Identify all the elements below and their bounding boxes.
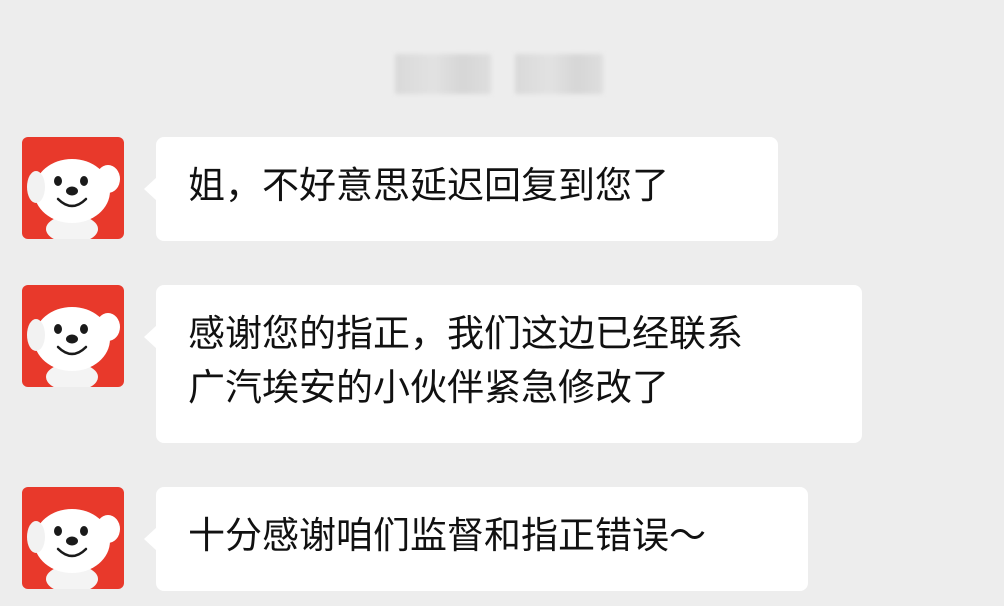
message-text: 广汽埃安的小伙伴紧急修改了 (188, 366, 669, 409)
jd-dog-avatar-icon[interactable] (22, 487, 124, 589)
timestamp-blurred (395, 54, 607, 94)
message-text: 感谢您的指正，我们这边已经联系 (188, 312, 743, 355)
jd-dog-avatar-icon[interactable] (22, 137, 124, 239)
chat-message: 姐，不好意思延迟回复到您了 (22, 137, 778, 241)
message-bubble[interactable]: 感谢您的指正，我们这边已经联系 广汽埃安的小伙伴紧急修改了 (144, 285, 862, 443)
dog-face-icon (27, 307, 120, 387)
message-bubble[interactable]: 十分感谢咱们监督和指正错误～ (144, 487, 808, 591)
blurred-text-block (395, 54, 491, 94)
message-bubble[interactable]: 姐，不好意思延迟回复到您了 (144, 137, 778, 241)
blurred-text-block (515, 54, 603, 94)
chat-message: 感谢您的指正，我们这边已经联系 广汽埃安的小伙伴紧急修改了 (22, 285, 862, 443)
dog-face-icon (27, 159, 120, 239)
message-text: 姐，不好意思延迟回复到您了 (188, 164, 669, 207)
message-text: 十分感谢咱们监督和指正错误～ (188, 514, 706, 557)
chat-message: 十分感谢咱们监督和指正错误～ (22, 487, 808, 591)
chat-window: 姐，不好意思延迟回复到您了 感谢您的指正，我们这边已经联系 广汽埃安的小伙伴紧急… (0, 0, 1004, 606)
dog-face-icon (27, 509, 120, 589)
jd-dog-avatar-icon[interactable] (22, 285, 124, 387)
